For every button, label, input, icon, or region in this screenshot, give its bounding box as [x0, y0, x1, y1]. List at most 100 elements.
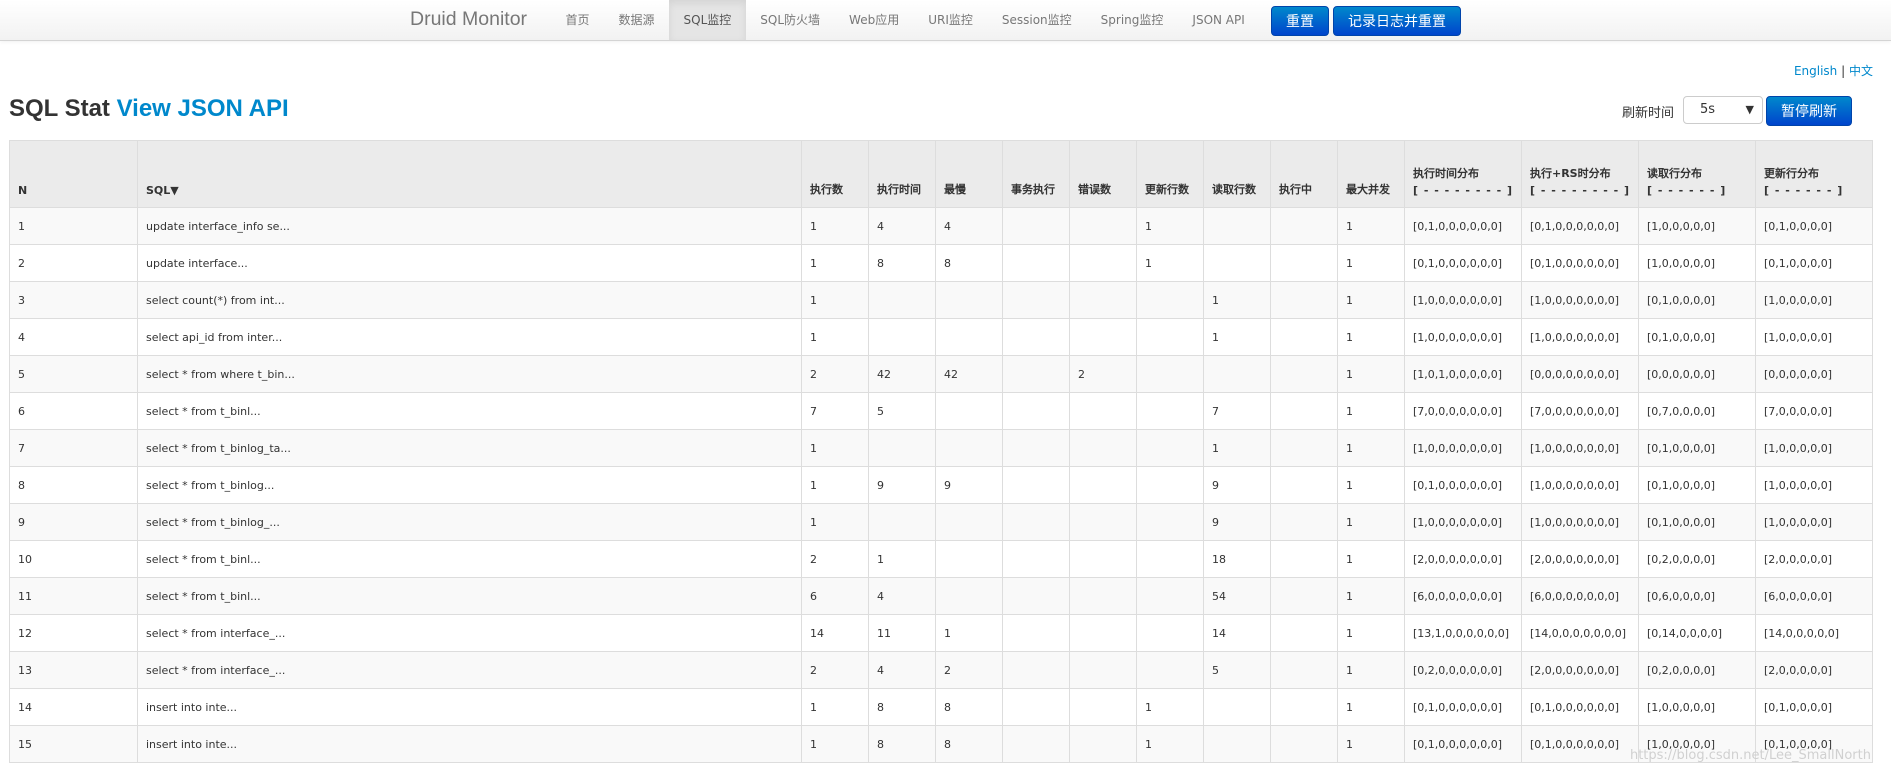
cell-exec-count: 1: [801, 318, 869, 356]
nav-sql-firewall[interactable]: SQL防火墙: [746, 0, 835, 40]
cell-sql[interactable]: select api_id from inter...: [137, 318, 802, 356]
pause-refresh-button[interactable]: 暂停刷新: [1766, 96, 1852, 126]
cell-exec-time: 4: [868, 577, 936, 615]
col-exec-count[interactable]: 执行数: [801, 140, 869, 208]
nav-uri-monitor[interactable]: URI监控: [914, 0, 988, 40]
nav-sql-monitor[interactable]: SQL监控: [669, 0, 746, 40]
cell-n: 5: [9, 355, 138, 393]
col-sql[interactable]: SQL▼: [137, 140, 802, 208]
cell-error-count: [1069, 392, 1137, 430]
cell-fetch-rows: [1203, 244, 1271, 282]
cell-tx-count: [1002, 244, 1070, 282]
cell-running: [1270, 725, 1338, 763]
col-n[interactable]: N: [9, 140, 138, 208]
cell-max-concurrent: 1: [1337, 540, 1405, 578]
cell-sql[interactable]: select count(*) from int...: [137, 281, 802, 319]
brand-title[interactable]: Druid Monitor: [410, 8, 527, 31]
nav-home[interactable]: 首页: [551, 0, 604, 40]
cell-sql[interactable]: select * from t_binl...: [137, 540, 802, 578]
cell-fetch-histogram: [0,1,0,0,0,0]: [1638, 318, 1756, 356]
table-row: 2 update interface... 1 8 8 1 1 [0,1,0,0,0,0,0,…: [9, 244, 1873, 282]
table-row: 5 select * from where t_bin... 2 42 42 2 1 [1,0…: [9, 355, 1873, 393]
col-running[interactable]: 执行中: [1270, 140, 1338, 208]
col-rs-histogram-label: 执行+RS时分布: [1530, 167, 1611, 180]
cell-exec-histogram: [2,0,0,0,0,0,0,0]: [1404, 540, 1522, 578]
cell-rs-histogram: [0,1,0,0,0,0,0,0]: [1521, 244, 1639, 282]
cell-tx-count: [1002, 281, 1070, 319]
cell-fetch-rows: 1: [1203, 429, 1271, 467]
cell-error-count: 2: [1069, 355, 1137, 393]
cell-n: 14: [9, 688, 138, 726]
col-rs-histogram[interactable]: 执行+RS时分布 [ - - - - - - - - ]: [1521, 140, 1639, 208]
col-update-rows[interactable]: 更新行数: [1136, 140, 1204, 208]
cell-fetch-histogram: [0,2,0,0,0,0]: [1638, 540, 1756, 578]
cell-slowest: [935, 281, 1003, 319]
col-error-count[interactable]: 错误数: [1069, 140, 1137, 208]
cell-update-rows: [1136, 281, 1204, 319]
reset-button[interactable]: 重置: [1271, 6, 1329, 36]
col-slowest[interactable]: 最慢: [935, 140, 1003, 208]
cell-fetch-histogram: [0,1,0,0,0,0]: [1638, 429, 1756, 467]
cell-rs-histogram: [1,0,0,0,0,0,0,0]: [1521, 503, 1639, 541]
cell-n: 4: [9, 318, 138, 356]
col-exec-histogram[interactable]: 执行时间分布 [ - - - - - - - - ]: [1404, 140, 1522, 208]
chinese-link[interactable]: 中文: [1849, 64, 1873, 78]
cell-tx-count: [1002, 503, 1070, 541]
cell-sql[interactable]: select * from t_binl...: [137, 392, 802, 430]
cell-sql[interactable]: select * from t_binlog...: [137, 466, 802, 504]
cell-sql[interactable]: select * from t_binlog_ta...: [137, 429, 802, 467]
col-exec-time[interactable]: 执行时间: [868, 140, 936, 208]
cell-running: [1270, 281, 1338, 319]
cell-sql[interactable]: insert into inte...: [137, 688, 802, 726]
cell-fetch-histogram: [0,1,0,0,0,0]: [1638, 281, 1756, 319]
cell-sql[interactable]: select * from interface_...: [137, 614, 802, 652]
cell-n: 1: [9, 207, 138, 245]
cell-fetch-histogram: [0,6,0,0,0,0]: [1638, 577, 1756, 615]
cell-fetch-histogram: [1,0,0,0,0,0]: [1638, 207, 1756, 245]
cell-rs-histogram: [2,0,0,0,0,0,0,0]: [1521, 651, 1639, 689]
col-tx-count[interactable]: 事务执行: [1002, 140, 1070, 208]
cell-sql[interactable]: update interface_info se...: [137, 207, 802, 245]
nav-session-monitor[interactable]: Session监控: [987, 0, 1086, 40]
top-navbar: Druid Monitor 首页 数据源 SQL监控 SQL防火墙 Web应用 …: [0, 0, 1891, 41]
cell-tx-count: [1002, 688, 1070, 726]
nav-spring-monitor[interactable]: Spring监控: [1086, 0, 1178, 40]
cell-slowest: [935, 392, 1003, 430]
cell-running: [1270, 688, 1338, 726]
cell-exec-histogram: [7,0,0,0,0,0,0,0]: [1404, 392, 1522, 430]
nav-datasource[interactable]: 数据源: [604, 0, 669, 40]
cell-max-concurrent: 1: [1337, 688, 1405, 726]
col-fetch-rows[interactable]: 读取行数: [1203, 140, 1271, 208]
cell-sql[interactable]: select * from t_binlog_...: [137, 503, 802, 541]
col-fetch-histogram[interactable]: 读取行分布 [ - - - - - - ]: [1638, 140, 1756, 208]
cell-fetch-histogram: [0,1,0,0,0,0]: [1638, 466, 1756, 504]
cell-error-count: [1069, 429, 1137, 467]
cell-sql[interactable]: update interface...: [137, 244, 802, 282]
cell-error-count: [1069, 688, 1137, 726]
english-link[interactable]: English: [1794, 64, 1837, 78]
col-max-concurrent[interactable]: 最大并发: [1337, 140, 1405, 208]
cell-sql[interactable]: select * from where t_bin...: [137, 355, 802, 393]
refresh-interval-select[interactable]: 5s ▼: [1683, 96, 1763, 124]
view-json-api-link[interactable]: View JSON API: [117, 95, 289, 122]
cell-sql[interactable]: select * from t_binl...: [137, 577, 802, 615]
cell-sql[interactable]: insert into inte...: [137, 725, 802, 763]
cell-update-rows: 1: [1136, 688, 1204, 726]
nav-web-app[interactable]: Web应用: [835, 0, 914, 40]
chevron-down-icon: ▼: [1745, 103, 1754, 116]
cell-running: [1270, 318, 1338, 356]
cell-exec-time: 4: [868, 651, 936, 689]
cell-exec-histogram: [1,0,0,0,0,0,0,0]: [1404, 429, 1522, 467]
col-update-histogram[interactable]: 更新行分布 [ - - - - - - ]: [1755, 140, 1873, 208]
cell-update-rows: [1136, 318, 1204, 356]
cell-fetch-histogram: [0,14,0,0,0,0]: [1638, 614, 1756, 652]
cell-sql[interactable]: select * from interface_...: [137, 651, 802, 689]
cell-exec-time: [868, 429, 936, 467]
cell-n: 11: [9, 577, 138, 615]
nav-json-api[interactable]: JSON API: [1178, 0, 1259, 40]
cell-fetch-rows: 9: [1203, 503, 1271, 541]
cell-update-rows: 1: [1136, 244, 1204, 282]
cell-exec-time: [868, 281, 936, 319]
table-row: 11 select * from t_binl... 6 4 54 1 [6,0,0,0,0…: [9, 577, 1873, 615]
log-and-reset-button[interactable]: 记录日志并重置: [1333, 6, 1461, 36]
